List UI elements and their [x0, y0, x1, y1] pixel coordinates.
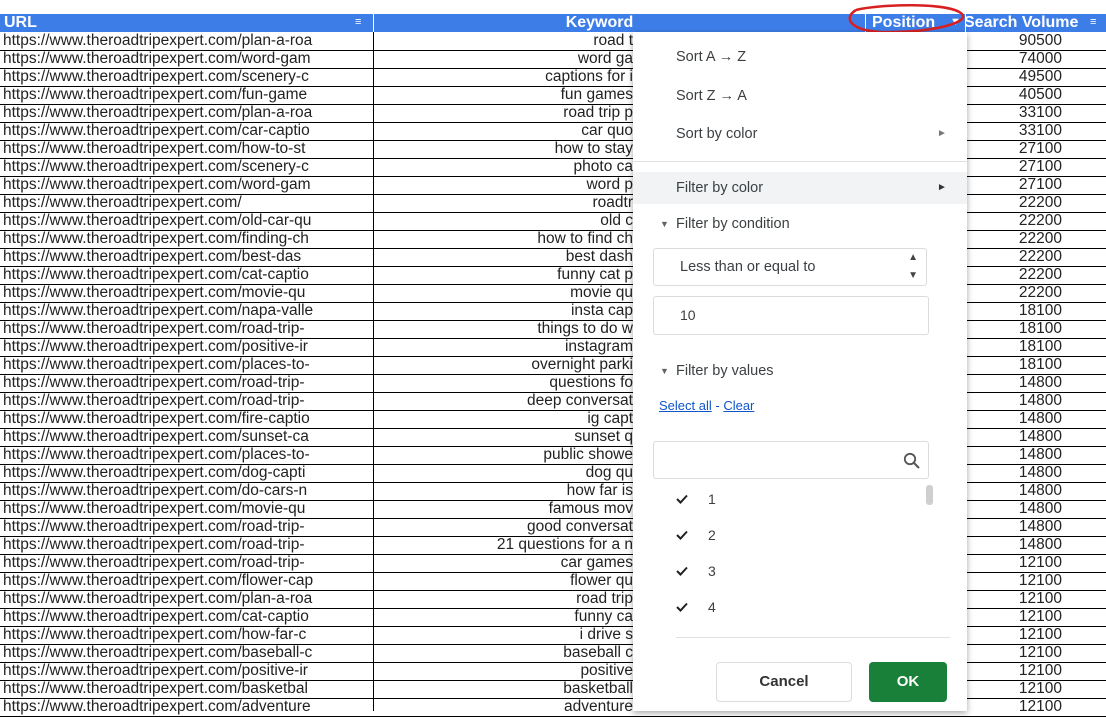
condition-value-input[interactable]: 10 — [653, 296, 929, 335]
menu-filter-by-values[interactable]: Filter by values — [676, 361, 774, 381]
value-option-label: 4 — [708, 599, 716, 615]
value-option-label: 1 — [708, 491, 716, 507]
ok-button[interactable]: OK — [869, 662, 947, 702]
menu-filter-by-color[interactable]: Filter by color — [676, 178, 763, 198]
select-updown-icon: ▲ ▼ — [908, 252, 918, 281]
condition-select[interactable]: Less than or equal to ▲ ▼ — [653, 248, 927, 286]
value-option-label: 2 — [708, 527, 716, 543]
menu-sort-az[interactable]: Sort A → Z — [676, 47, 746, 67]
condition-select-value: Less than or equal to — [680, 259, 816, 275]
collapse-triangle-icon[interactable]: ▼ — [660, 219, 669, 229]
submenu-arrow-icon: ► — [937, 182, 947, 193]
filter-menu: Sort A → Z Sort Z → A Sort by color ► Fi… — [633, 32, 967, 711]
values-search-input[interactable] — [653, 441, 929, 479]
checkmark-icon — [676, 494, 688, 504]
checkmark-icon — [676, 530, 688, 540]
checkmark-icon — [676, 602, 688, 612]
search-icon — [903, 452, 920, 469]
menu-divider — [633, 161, 967, 162]
menu-filter-by-condition[interactable]: Filter by condition — [676, 214, 790, 234]
clear-link[interactable]: Clear — [723, 398, 754, 413]
checkmark-icon — [676, 566, 688, 576]
link-separator: - — [711, 398, 724, 413]
annotation-circle-position — [848, 3, 965, 34]
menu-sort-za[interactable]: Sort Z → A — [676, 86, 747, 106]
select-links: Select all - Clear — [659, 398, 754, 413]
collapse-triangle-icon[interactable]: ▼ — [660, 366, 669, 376]
menu-sort-by-color[interactable]: Sort by color — [676, 124, 757, 144]
select-all-link[interactable]: Select all — [659, 398, 712, 413]
menu-divider — [676, 637, 950, 638]
values-scrollbar[interactable] — [926, 485, 933, 505]
cancel-button[interactable]: Cancel — [716, 662, 852, 702]
value-option-label: 3 — [708, 563, 716, 579]
submenu-arrow-icon: ► — [937, 128, 947, 139]
